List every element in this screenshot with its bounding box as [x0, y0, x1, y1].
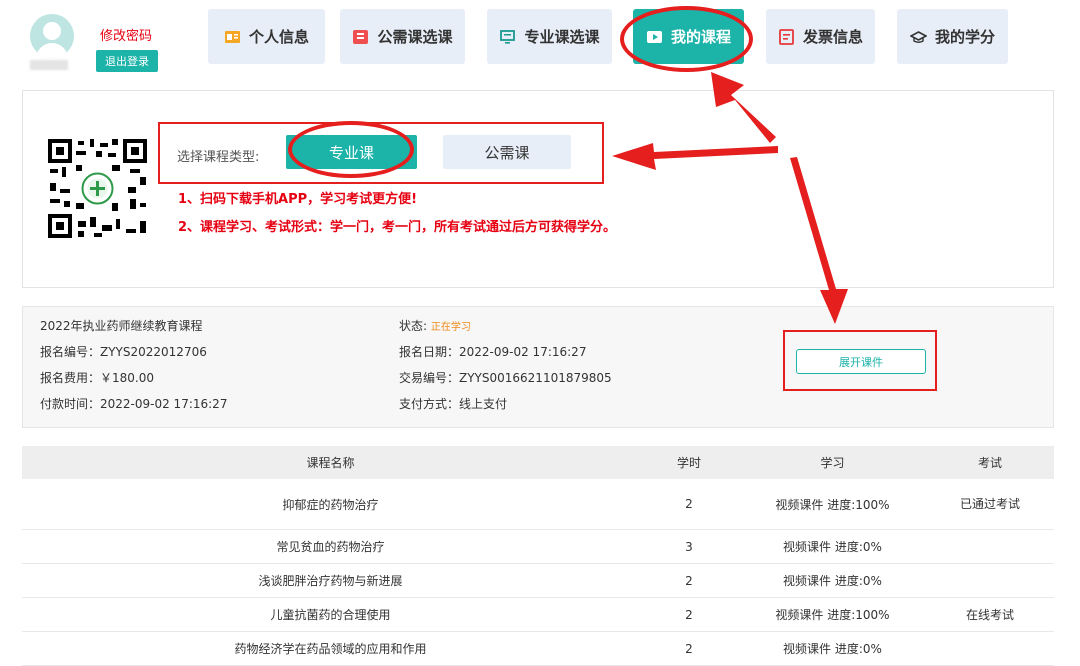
arrow-to-course-type: [612, 143, 778, 170]
annotation-arrows: [612, 72, 848, 324]
arrow-to-tab: [711, 72, 776, 143]
arrow-to-expand: [790, 157, 848, 324]
